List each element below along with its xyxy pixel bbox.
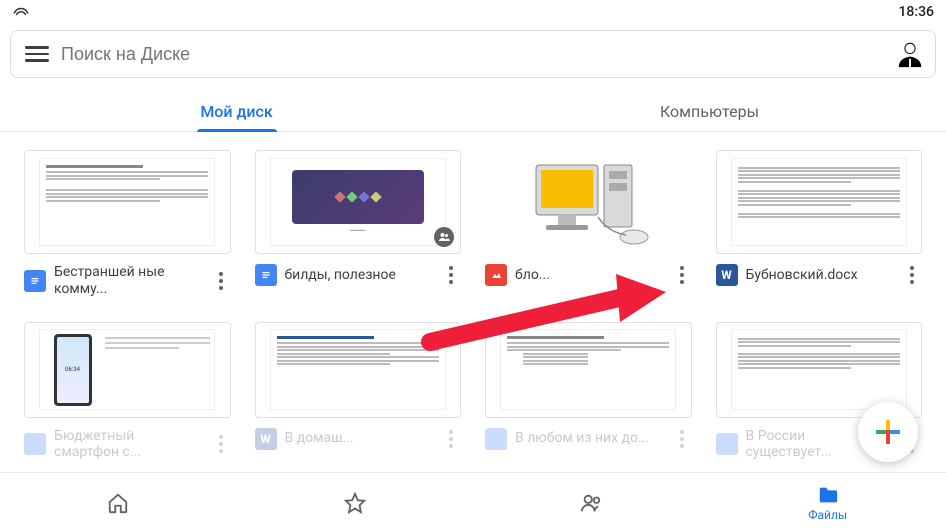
file-item[interactable]: W Бубновский.docx	[716, 150, 923, 298]
create-fab[interactable]	[858, 402, 918, 462]
file-thumbnail	[24, 150, 231, 254]
file-item[interactable]: В любом из них до...	[485, 322, 692, 462]
folder-icon	[817, 484, 839, 506]
tab-my-drive[interactable]: Мой диск	[0, 90, 473, 131]
google-docs-icon	[24, 270, 46, 292]
file-name: Бестраншей ные комму...	[54, 264, 203, 298]
nav-starred[interactable]	[237, 473, 474, 532]
file-thumbnail	[255, 322, 462, 418]
google-docs-icon	[485, 428, 507, 450]
word-file-icon: W	[716, 264, 738, 286]
more-icon[interactable]	[672, 430, 692, 448]
google-docs-icon	[255, 264, 277, 286]
status-signal-icon	[12, 1, 30, 23]
word-file-icon: W	[255, 428, 277, 450]
google-docs-icon	[24, 433, 46, 455]
file-name: В домаш...	[285, 430, 434, 447]
file-name: В любом из них до...	[515, 430, 664, 447]
file-item[interactable]: бло...	[485, 150, 692, 298]
nav-files-label: Файлы	[808, 508, 847, 522]
file-thumbnail: ━━━━━	[255, 150, 462, 254]
file-item[interactable]: ━━━━━ билды, полезное	[255, 150, 462, 298]
file-thumbnail	[485, 150, 692, 254]
file-thumbnail: 06:34	[24, 322, 231, 418]
file-name: Бюджетный смартфон с...	[54, 428, 203, 462]
people-icon	[580, 492, 602, 514]
more-icon[interactable]	[211, 435, 231, 453]
google-docs-icon	[716, 433, 738, 455]
more-icon[interactable]	[672, 266, 692, 284]
account-avatar[interactable]	[895, 39, 925, 69]
nav-home[interactable]	[0, 473, 237, 532]
file-item[interactable]: 06:34 Бюджетный смартфон с...	[24, 322, 231, 462]
file-name: Бубновский.docx	[746, 267, 895, 284]
plus-icon	[873, 417, 903, 447]
search-input[interactable]	[61, 44, 887, 65]
file-name: билды, полезное	[285, 267, 434, 284]
file-item[interactable]: Бестраншей ные комму...	[24, 150, 231, 298]
file-thumbnail	[485, 322, 692, 418]
status-bar: 18:36	[0, 0, 946, 24]
nav-shared[interactable]	[473, 473, 710, 532]
star-icon	[344, 492, 366, 514]
bottom-nav: Файлы	[0, 472, 946, 532]
more-icon[interactable]	[211, 272, 231, 290]
top-tabs: Мой диск Компьютеры	[0, 90, 946, 132]
home-icon	[107, 492, 129, 514]
file-thumbnail	[716, 150, 923, 254]
file-item[interactable]: W В домаш...	[255, 322, 462, 462]
menu-icon[interactable]	[25, 42, 49, 66]
shared-badge-icon	[434, 227, 454, 247]
image-file-icon	[485, 264, 507, 286]
status-clock: 18:36	[898, 4, 934, 20]
search-bar[interactable]	[10, 30, 936, 78]
nav-files[interactable]: Файлы	[710, 473, 946, 532]
file-name: бло...	[515, 267, 664, 284]
more-icon[interactable]	[902, 266, 922, 284]
more-icon[interactable]	[441, 266, 461, 284]
more-icon[interactable]	[441, 430, 461, 448]
tab-computers[interactable]: Компьютеры	[473, 90, 946, 131]
